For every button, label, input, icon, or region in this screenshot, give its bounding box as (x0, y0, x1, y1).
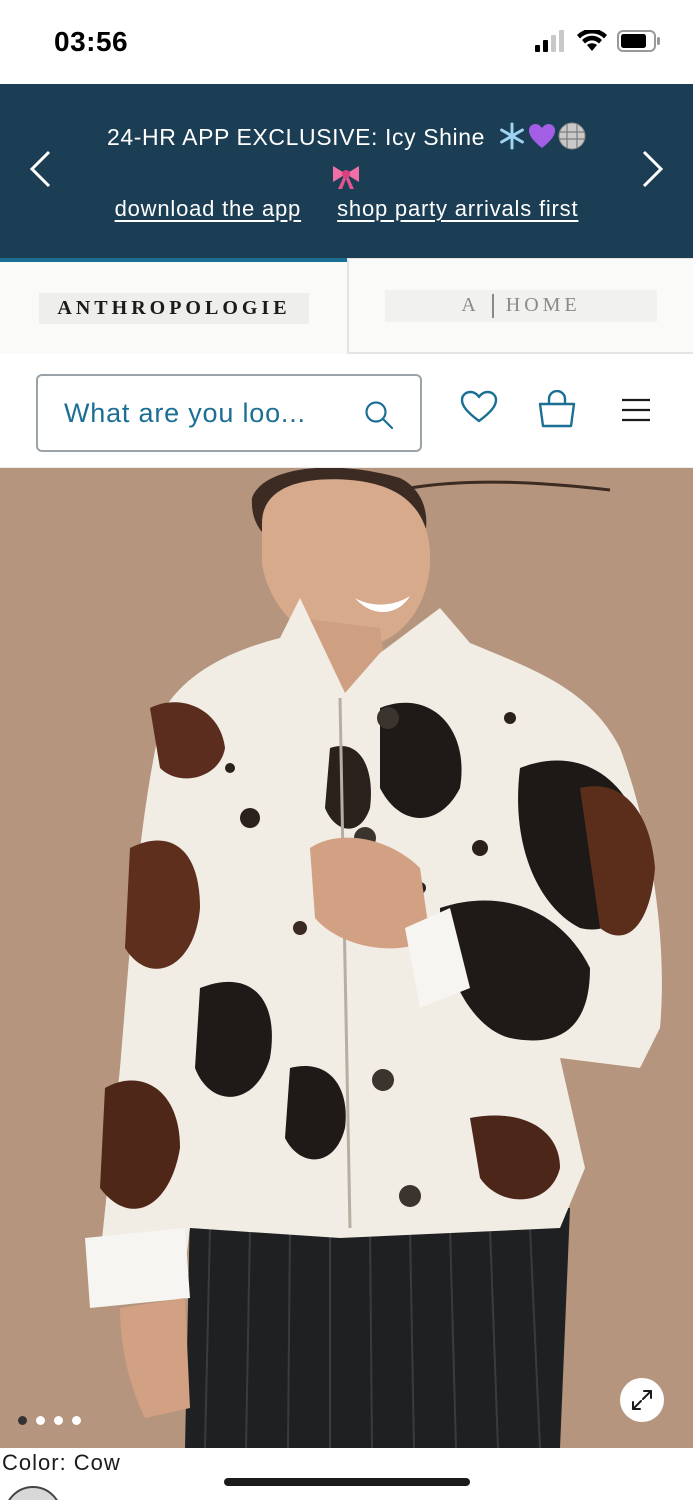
image-pagination-dots (18, 1416, 81, 1425)
status-icons (535, 30, 661, 52)
home-indicator (224, 1478, 470, 1486)
image-dot-2[interactable] (36, 1416, 45, 1425)
tab-anthropologie[interactable]: ANTHROPOLOGIE (0, 258, 348, 354)
promo-links: download the app shop party arrivals fir… (0, 196, 693, 222)
promo-banner: 24-HR APP EXCLUSIVE: Icy Shine download … (0, 84, 693, 258)
status-time: 03:56 (54, 26, 129, 57)
product-image[interactable] (0, 468, 693, 1448)
image-dot-3[interactable] (54, 1416, 63, 1425)
battery-icon (617, 30, 660, 52)
purple-heart-icon (528, 123, 556, 155)
promo-title-text: 24-HR APP EXCLUSIVE: Icy Shine (106, 124, 486, 151)
tab-anthropologie-home[interactable]: A HOME (347, 258, 693, 354)
expand-image-button[interactable] (620, 1378, 664, 1422)
hamburger-menu-icon[interactable] (620, 398, 652, 426)
promo-next-button[interactable] (633, 144, 673, 194)
logo-divider (491, 293, 494, 318)
image-dot-1[interactable] (18, 1416, 27, 1425)
shop-party-arrivals-link[interactable]: shop party arrivals first (337, 196, 578, 222)
anthropologie-logo: ANTHROPOLOGIE (39, 292, 309, 324)
image-dot-4[interactable] (72, 1416, 81, 1425)
product-photo-cow-print-jacket (0, 468, 693, 1448)
color-swatch-cow[interactable] (4, 1486, 62, 1500)
cellular-signal-icon (535, 30, 564, 52)
shopping-bag-icon[interactable] (537, 389, 577, 432)
search-placeholder: What are you loo... (64, 397, 306, 428)
status-bar: 03:56 (0, 0, 693, 84)
chevron-right-icon (642, 150, 664, 188)
anthropologie-home-logo: A HOME (385, 289, 657, 322)
disco-ball-icon (558, 122, 586, 156)
ribbon-bow-icon (330, 162, 362, 194)
color-selector: Color: Cow (0, 1448, 693, 1500)
search-input[interactable]: What are you loo... (36, 374, 422, 452)
search-icon[interactable] (364, 400, 394, 434)
download-app-link[interactable]: download the app (115, 196, 302, 222)
home-logo-label: HOME (505, 294, 581, 316)
home-logo-prefix: A (461, 294, 480, 316)
wifi-icon (577, 30, 607, 51)
promo-title: 24-HR APP EXCLUSIVE: Icy Shine (0, 122, 693, 156)
header: What are you loo... (0, 354, 693, 468)
heart-icon[interactable] (460, 390, 498, 428)
expand-icon (632, 1390, 652, 1410)
snowflake-icon (498, 122, 526, 156)
brand-tabs: ANTHROPOLOGIE A HOME (0, 258, 693, 354)
color-label: Color: Cow (2, 1450, 121, 1475)
